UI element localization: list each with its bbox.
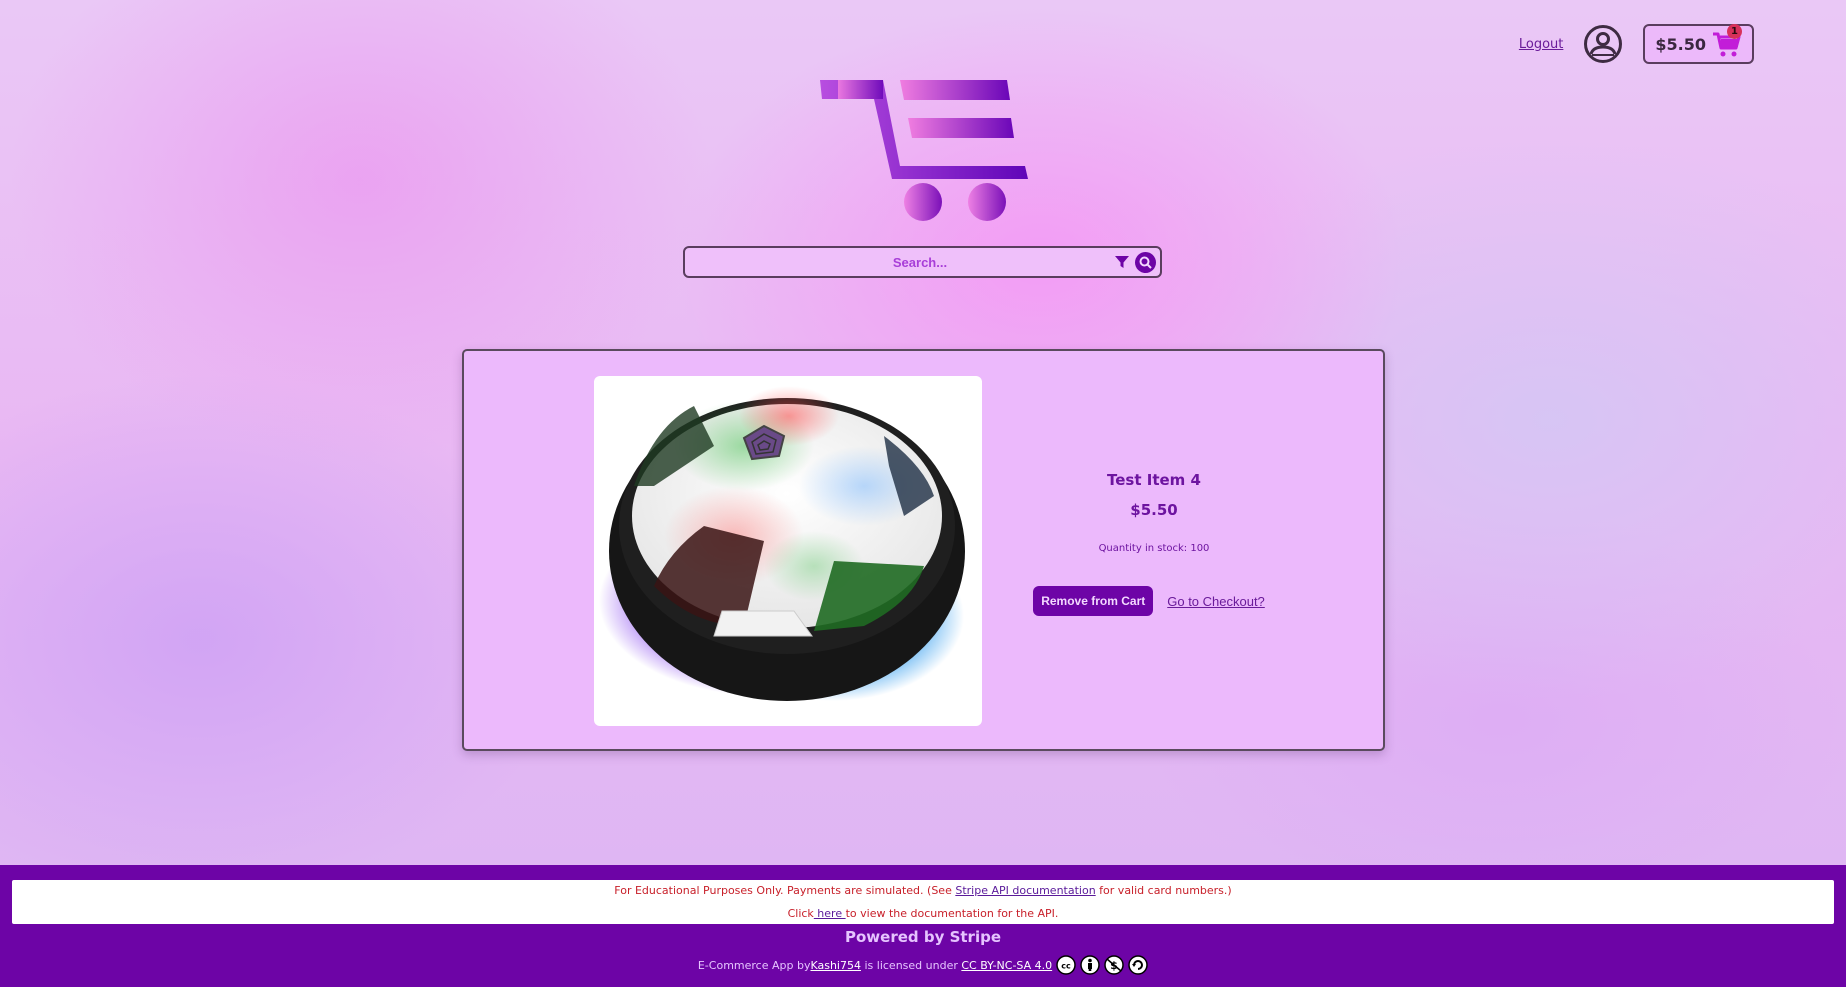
product-actions: Remove from Cart Go to Checkout?: [994, 586, 1304, 616]
license-link[interactable]: CC BY-NC-SA 4.0: [961, 959, 1052, 972]
cart-count-badge: 1: [1727, 24, 1742, 39]
search-icon: [1139, 256, 1152, 269]
cart-logo-icon: [820, 80, 1028, 221]
search-bar: [683, 246, 1162, 278]
license-text: is licensed under: [860, 958, 962, 972]
license-line: E-Commerce App by Kashi754 is licensed u…: [0, 955, 1846, 975]
notice-line-1: For Educational Purposes Only. Payments …: [12, 884, 1834, 897]
cc-icon: cc: [1056, 955, 1076, 975]
cart-icon-wrapper: 1: [1712, 24, 1742, 58]
api-docs-here-link[interactable]: here: [814, 907, 846, 920]
header-actions: Logout $5.50 1: [1519, 24, 1754, 64]
filter-icon[interactable]: [1115, 255, 1129, 269]
product-info: Test Item 4 $5.50 Quantity in stock: 100…: [1004, 471, 1304, 616]
license-icons: cc $: [1056, 955, 1148, 975]
cart-total: $5.50: [1655, 34, 1706, 54]
product-card: Test Item 4 $5.50 Quantity in stock: 100…: [462, 349, 1385, 751]
svg-text:cc: cc: [1061, 962, 1071, 971]
remove-from-cart-button[interactable]: Remove from Cart: [1033, 586, 1154, 616]
nc-icon: $: [1104, 955, 1124, 975]
product-image[interactable]: [594, 376, 982, 726]
search-button[interactable]: [1135, 251, 1156, 273]
hover-soccer-ball-image: [599, 386, 965, 701]
user-circle-icon[interactable]: [1583, 24, 1623, 64]
author-link[interactable]: Kashi754: [810, 959, 861, 972]
notice-text: Click: [787, 907, 814, 920]
product-name: Test Item 4: [1107, 471, 1201, 489]
notice-text: For Educational Purposes Only. Payments …: [614, 884, 956, 897]
powered-by-stripe: Powered by Stripe: [844, 928, 1002, 946]
license-text: E-Commerce App by: [697, 958, 811, 972]
educational-notice: For Educational Purposes Only. Payments …: [12, 880, 1834, 924]
go-to-checkout-link[interactable]: Go to Checkout?: [1167, 594, 1265, 609]
stripe-api-docs-link[interactable]: Stripe API documentation: [955, 884, 1095, 897]
product-price: $5.50: [1130, 501, 1178, 519]
product-stock: Quantity in stock: 100: [1098, 543, 1210, 554]
search-input[interactable]: [685, 248, 1115, 276]
footer: For Educational Purposes Only. Payments …: [0, 865, 1846, 987]
sa-icon: [1128, 955, 1148, 975]
notice-text: to view the documentation for the API.: [845, 907, 1059, 920]
notice-text: for valid card numbers.): [1095, 884, 1232, 897]
by-icon: [1080, 955, 1100, 975]
cart-button[interactable]: $5.50 1: [1643, 24, 1754, 64]
notice-line-2: Click here to view the documentation for…: [12, 907, 1834, 920]
logout-link[interactable]: Logout: [1519, 37, 1564, 52]
